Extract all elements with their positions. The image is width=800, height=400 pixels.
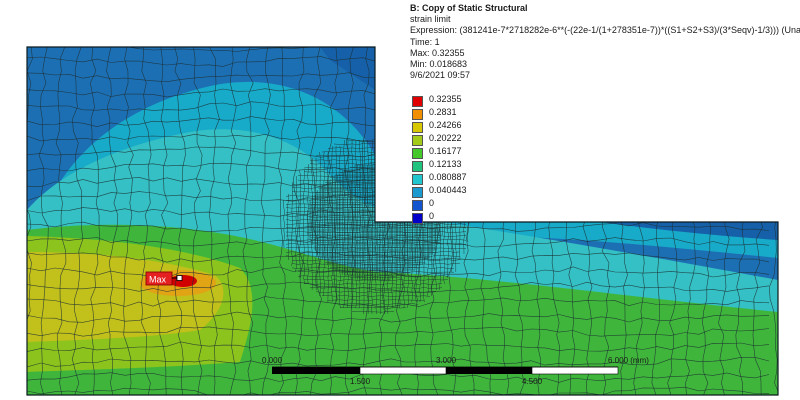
legend-value: 0.2831	[429, 107, 457, 117]
result-date: 9/6/2021 09:57	[410, 70, 471, 81]
result-min: Min: 0.018683	[410, 59, 468, 70]
legend-swatch	[412, 109, 423, 120]
scale-bar-segment-3	[446, 367, 532, 374]
scale-bar	[272, 366, 619, 375]
max-probe-marker	[176, 275, 183, 281]
max-probe-label: Max	[149, 275, 167, 285]
legend-value: 0.24266	[429, 120, 462, 130]
legend-swatch	[412, 187, 423, 198]
scale-bar-segment-1	[272, 367, 360, 374]
legend-swatch	[412, 96, 423, 107]
analysis-title: B: Copy of Static Structural	[410, 3, 528, 13]
legend-value: 0.20222	[429, 133, 462, 143]
legend-swatch	[412, 135, 423, 146]
legend-value: 0.16177	[429, 146, 462, 156]
result-expression: Expression: (381241e-7*2718282e-6**(-(22…	[410, 25, 800, 36]
scale-bar-segment-4	[531, 366, 619, 375]
legend-value: 0.040443	[429, 185, 467, 195]
result-time: Time: 1	[410, 36, 440, 47]
result-max: Max: 0.32355	[410, 47, 465, 58]
legend-swatch	[412, 148, 423, 159]
legend-value: 0.12133	[429, 159, 462, 169]
legend-swatch	[412, 122, 423, 133]
legend-swatch	[412, 174, 423, 185]
legend-value: 0	[429, 211, 435, 221]
result-name: strain limit	[410, 14, 451, 25]
scale-bar-segment-2	[359, 366, 447, 375]
strain-contour-part	[27, 47, 778, 395]
legend-value: 0	[429, 198, 435, 208]
legend-value: 0.080887	[429, 172, 467, 182]
legend-swatch	[412, 200, 423, 211]
legend-value: 0.32355	[429, 94, 462, 104]
legend-swatch	[412, 161, 423, 172]
result-info-panel: B: Copy of Static Structural strain limi…	[410, 3, 800, 81]
legend-swatch	[412, 213, 423, 224]
